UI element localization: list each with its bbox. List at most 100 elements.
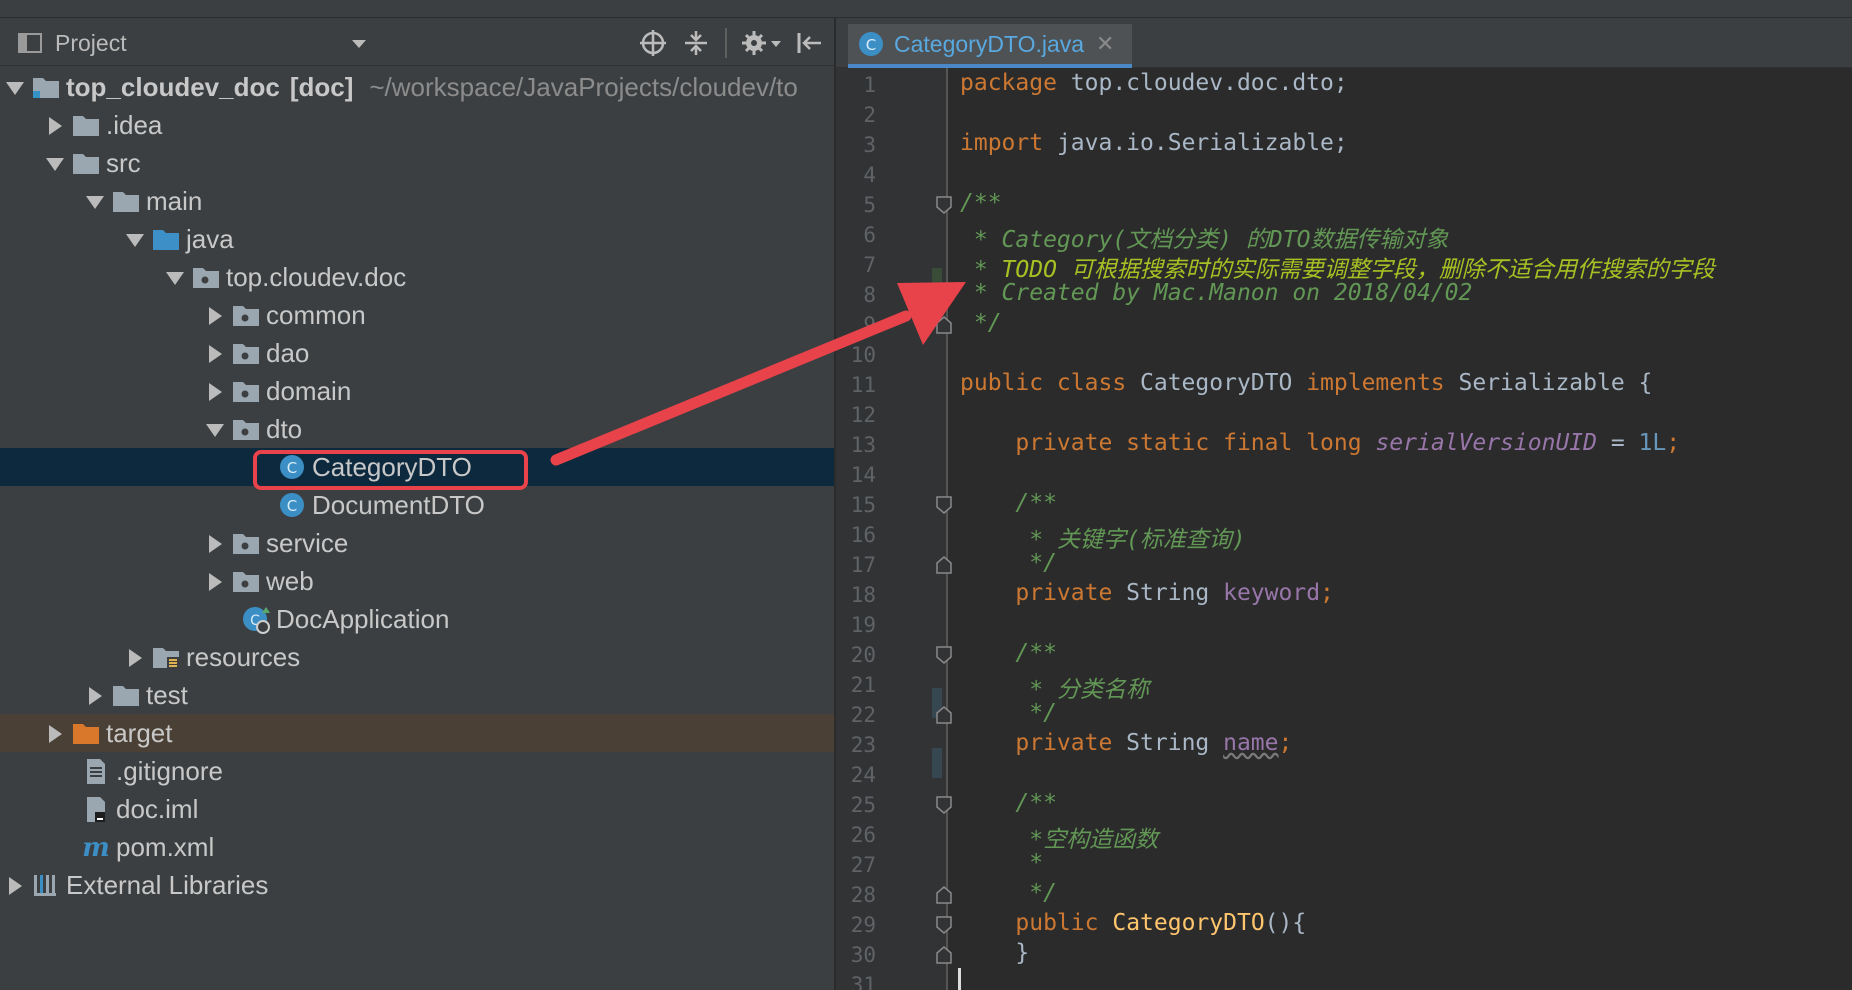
- tree-node-project-root[interactable]: top_cloudev_doc [doc] ~/workspace/JavaPr…: [0, 68, 834, 106]
- expand-arrow-icon[interactable]: [200, 562, 230, 600]
- chevron-down-icon[interactable]: [352, 40, 366, 48]
- code-line-25: /**: [960, 790, 1057, 816]
- svg-text:C: C: [866, 36, 876, 54]
- resources-folder-icon: [153, 648, 179, 669]
- folder-icon: [73, 116, 99, 136]
- expand-arrow-icon[interactable]: [200, 372, 230, 410]
- spring-boot-class-icon: C: [243, 607, 270, 634]
- line-number: 4: [863, 163, 876, 187]
- tree-node-dao[interactable]: dao: [0, 334, 834, 372]
- fold-marker-icon[interactable]: [936, 496, 952, 514]
- fold-marker-icon[interactable]: [936, 916, 952, 934]
- code-line-15: /**: [960, 490, 1057, 516]
- tree-node-main[interactable]: main: [0, 182, 834, 220]
- line-number: 11: [850, 373, 876, 397]
- project-tool-window: Project top_cloudev_doc [doc] ~/workspac…: [0, 18, 834, 990]
- line-number: 18: [850, 583, 876, 607]
- fold-end-icon[interactable]: [936, 556, 952, 574]
- expand-arrow-icon[interactable]: [0, 866, 30, 904]
- package-icon: [233, 306, 259, 326]
- tree-node-label: .idea: [106, 109, 163, 140]
- tree-node-pom-xml[interactable]: m pom.xml: [0, 828, 834, 866]
- gear-icon[interactable]: [740, 28, 782, 58]
- tree-node-label: target: [106, 717, 173, 748]
- tree-node-package-root[interactable]: top.cloudev.doc: [0, 258, 834, 296]
- tree-node-idea[interactable]: .idea: [0, 106, 834, 144]
- line-number: 26: [850, 823, 876, 847]
- tree-node-documentdto[interactable]: C DocumentDTO: [0, 486, 834, 524]
- tree-node-web[interactable]: web: [0, 562, 834, 600]
- tree-node-label: top.cloudev.doc: [226, 261, 407, 292]
- fold-end-icon[interactable]: [936, 886, 952, 904]
- tree-node-gitignore[interactable]: .gitignore: [0, 752, 834, 790]
- expand-arrow-icon[interactable]: [200, 524, 230, 562]
- code-line-13: private static final long serialVersionU…: [960, 430, 1681, 456]
- expand-arrow-icon[interactable]: [160, 258, 190, 296]
- fold-end-icon[interactable]: [936, 706, 952, 724]
- tree-node-src[interactable]: src: [0, 144, 834, 182]
- close-icon[interactable]: ✕: [1096, 31, 1114, 57]
- tree-node-label: top_cloudev_doc: [66, 71, 280, 102]
- tree-node-common[interactable]: common: [0, 296, 834, 334]
- tree-node-dto[interactable]: dto: [0, 410, 834, 448]
- code-editor[interactable]: C CategoryDTO.java ✕ 1 2 3 4 5 6 7 8 9 1…: [834, 18, 1852, 990]
- tree-node-label: dto: [266, 413, 303, 444]
- fold-end-icon[interactable]: [936, 316, 952, 334]
- line-number: 19: [850, 613, 876, 637]
- fold-marker-icon[interactable]: [936, 796, 952, 814]
- tree-node-external-libraries[interactable]: External Libraries: [0, 866, 834, 904]
- expand-arrow-icon[interactable]: [120, 638, 150, 676]
- expand-arrow-icon[interactable]: [80, 182, 110, 220]
- expand-arrow-icon[interactable]: [200, 334, 230, 372]
- expand-arrow-icon[interactable]: [0, 68, 30, 106]
- tree-node-target[interactable]: target: [0, 714, 834, 752]
- tree-node-resources[interactable]: resources: [0, 638, 834, 676]
- text-file-icon: [87, 759, 105, 784]
- expand-arrow-icon[interactable]: [40, 714, 70, 752]
- line-number: 6: [863, 223, 876, 247]
- line-number: 29: [850, 913, 876, 937]
- line-number: 15: [850, 493, 876, 517]
- expand-arrow-icon[interactable]: [40, 144, 70, 182]
- tree-node-doc-iml[interactable]: doc.iml: [0, 790, 834, 828]
- locate-icon[interactable]: [637, 28, 669, 58]
- line-number: 12: [850, 403, 876, 427]
- code-line-11: public class CategoryDTO implements Seri…: [960, 370, 1653, 396]
- tree-node-domain[interactable]: domain: [0, 372, 834, 410]
- module-folder-icon: [33, 78, 59, 98]
- tree-node-label: test: [146, 679, 188, 710]
- project-pane-header: Project: [0, 18, 834, 66]
- expand-arrow-icon[interactable]: [120, 220, 150, 258]
- tree-node-java[interactable]: java: [0, 220, 834, 258]
- collapse-all-icon[interactable]: [680, 28, 712, 58]
- expand-arrow-icon[interactable]: [200, 296, 230, 334]
- tree-node-label: src: [106, 147, 141, 178]
- tab-categorydto-java[interactable]: C CategoryDTO.java ✕: [848, 24, 1132, 68]
- code-line-5: /**: [960, 190, 1002, 216]
- expand-arrow-icon[interactable]: [200, 410, 230, 448]
- package-icon: [233, 572, 259, 592]
- package-icon: [233, 344, 259, 364]
- tree-node-label: DocApplication: [276, 603, 450, 634]
- tree-node-label: pom.xml: [116, 831, 215, 862]
- tree-node-test[interactable]: test: [0, 676, 834, 714]
- line-number: 14: [850, 463, 876, 487]
- line-number: 1: [863, 73, 876, 97]
- hide-pane-icon[interactable]: [793, 28, 825, 58]
- line-number: 31: [850, 973, 876, 990]
- code-line-30: }: [960, 940, 1030, 966]
- fold-marker-icon[interactable]: [936, 196, 952, 214]
- line-number: 23: [850, 733, 876, 757]
- expand-arrow-icon[interactable]: [80, 676, 110, 714]
- tree-node-service[interactable]: service: [0, 524, 834, 562]
- tree-node-docapplication[interactable]: C DocApplication: [0, 600, 834, 638]
- library-icon: [34, 875, 56, 896]
- expand-arrow-icon[interactable]: [40, 106, 70, 144]
- svg-text:C: C: [287, 497, 297, 515]
- line-number: 20: [850, 643, 876, 667]
- fold-end-icon[interactable]: [936, 946, 952, 964]
- fold-marker-icon[interactable]: [936, 646, 952, 664]
- window-top-strip: [0, 0, 1852, 18]
- line-number: 9: [863, 313, 876, 337]
- project-pane-title[interactable]: Project: [55, 30, 127, 57]
